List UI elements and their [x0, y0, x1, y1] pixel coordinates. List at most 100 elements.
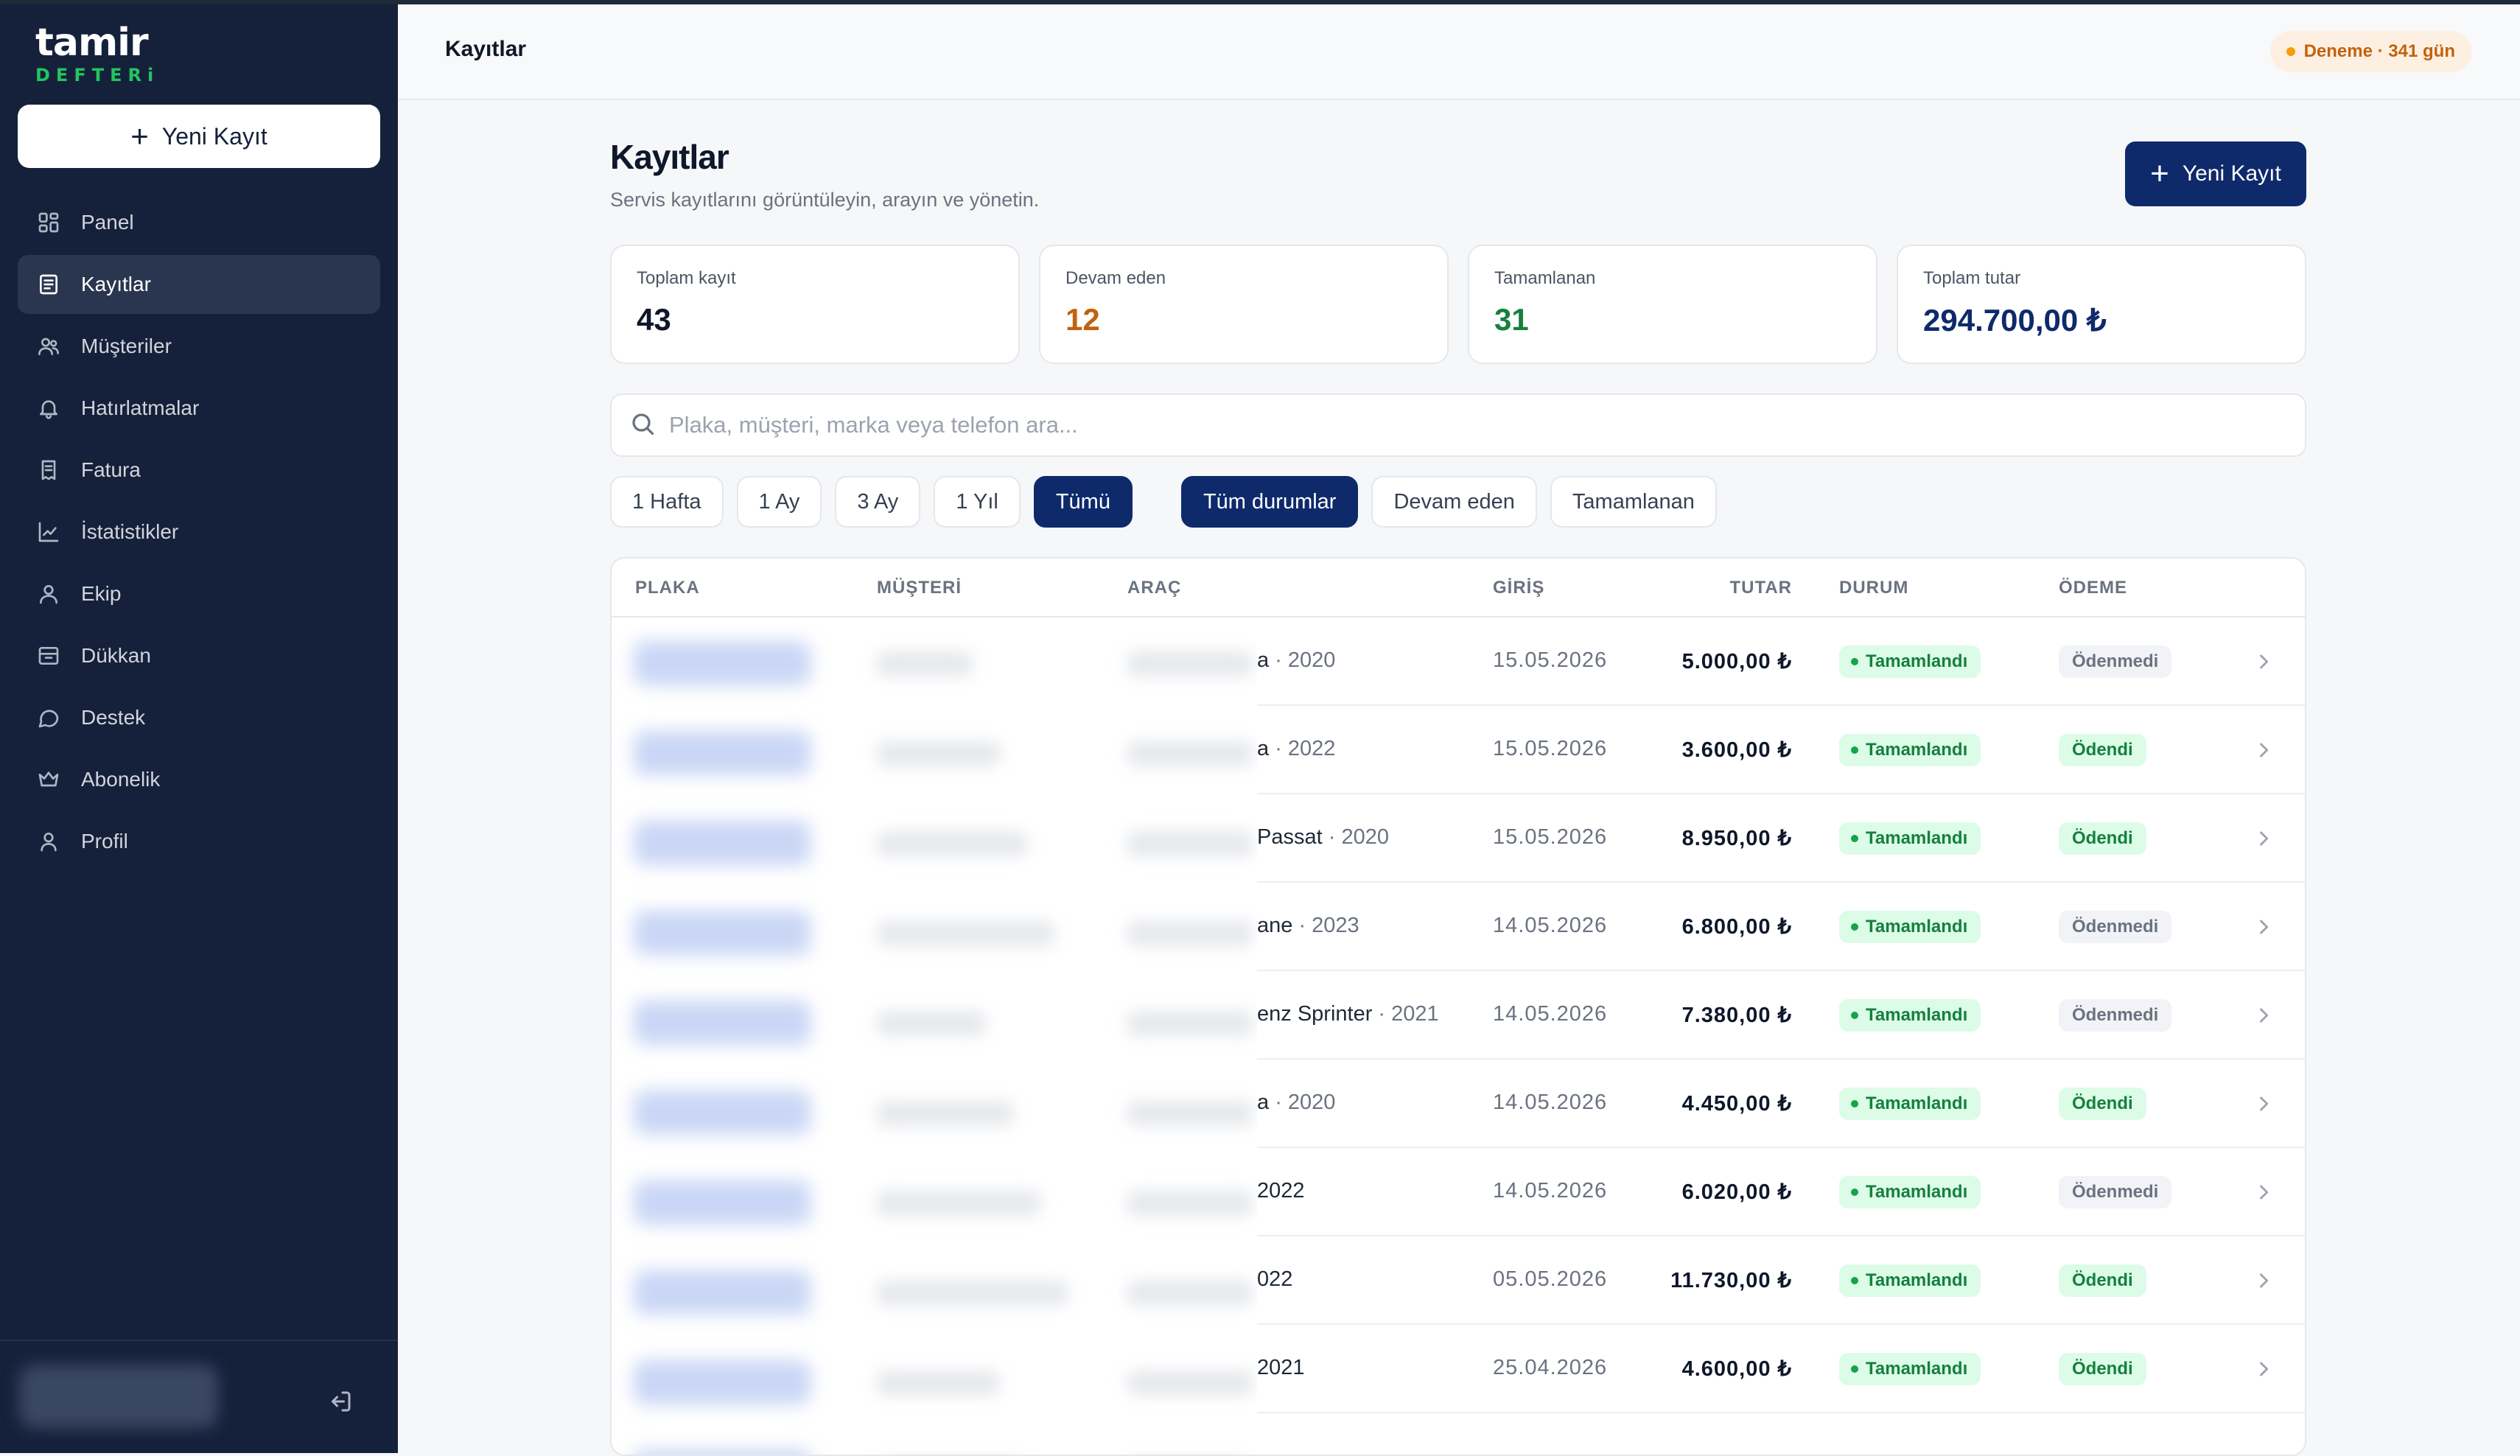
vehicle-year: · 2021 — [1378, 1002, 1439, 1026]
sidebar-item-abonelik[interactable]: Abonelik — [18, 750, 380, 809]
period-filter-all[interactable]: Tümü — [1033, 476, 1133, 528]
chevron-right-icon[interactable] — [2253, 1004, 2274, 1027]
status-badge: Tamamlandı — [1839, 1088, 1981, 1120]
redacted-plate — [634, 1450, 811, 1455]
status-filter-in-progress[interactable]: Devam eden — [1371, 476, 1537, 528]
chevron-right-icon[interactable] — [2253, 1180, 2274, 1204]
stat-card-completed: Tamamlanan 31 — [1468, 245, 1877, 364]
redacted-vehicle — [1127, 1101, 1253, 1126]
sidebar-footer — [0, 1340, 398, 1453]
column-header-status[interactable]: DURUM — [1839, 578, 1908, 598]
new-record-label: Yeni Kayıt — [2182, 161, 2281, 186]
vehicle-cell: 022 — [1257, 1267, 1292, 1292]
search-input[interactable] — [669, 412, 2216, 438]
stat-card-in-progress: Devam eden 12 — [1039, 245, 1449, 364]
redacted-vehicle — [1127, 651, 1253, 676]
sidebar-item-dukkan[interactable]: Dükkan — [18, 626, 380, 685]
trial-badge[interactable]: Deneme · 341 gün — [2269, 31, 2471, 72]
status-filter-completed[interactable]: Tamamlanan — [1550, 476, 1717, 528]
sidebar-item-hatirlatmalar[interactable]: Hatırlatmalar — [18, 379, 380, 438]
filter-group-gap — [1146, 476, 1168, 528]
period-filter-3-months[interactable]: 3 Ay — [835, 476, 921, 528]
sidebar-item-label: Dükkan — [81, 644, 151, 667]
profile-icon — [35, 828, 62, 855]
sidebar-item-destek[interactable]: Destek — [18, 688, 380, 747]
redacted-plate — [634, 911, 811, 955]
vehicle-year: · 2020 — [1275, 648, 1336, 672]
vehicle-cell: enz Sprinter · 2021 — [1257, 1002, 1439, 1026]
status-label: Tamamlandı — [1866, 1359, 1968, 1379]
chevron-right-icon[interactable] — [2253, 827, 2274, 850]
column-header-amount[interactable]: TUTAR — [1729, 578, 1792, 598]
column-header-entry-date[interactable]: GİRİŞ — [1493, 578, 1544, 598]
period-filter-1-year[interactable]: 1 Yıl — [934, 476, 1021, 528]
stat-label: Toplam kayıt — [637, 268, 736, 288]
stat-label: Toplam tutar — [1923, 268, 2021, 288]
chevron-right-icon[interactable] — [2253, 738, 2274, 762]
sidebar-item-label: Profil — [81, 830, 128, 853]
chevron-right-icon[interactable] — [2253, 1269, 2274, 1292]
entry-date-cell: 05.05.2026 — [1493, 1267, 1608, 1291]
column-header-plate[interactable]: PLAKA — [635, 578, 700, 598]
status-label: Tamamlandı — [1866, 1093, 1968, 1113]
redacted-customer — [877, 1371, 999, 1396]
column-header-customer[interactable]: MÜŞTERİ — [877, 578, 962, 598]
sidebar-item-label: Panel — [81, 211, 134, 234]
payment-badge: Ödenmedi — [2059, 1176, 2172, 1208]
redacted-vehicle — [1127, 741, 1253, 766]
vehicle-model: ane — [1257, 914, 1293, 937]
sidebar-item-kayitlar[interactable]: Kayıtlar — [18, 255, 380, 314]
entry-date-cell: 25.04.2026 — [1493, 1356, 1608, 1379]
chevron-right-icon[interactable] — [2253, 1357, 2274, 1381]
sidebar-item-fatura[interactable]: Fatura — [18, 441, 380, 500]
sidebar-item-profil[interactable]: Profil — [18, 812, 380, 871]
vehicle-year: · 2020 — [1275, 1091, 1336, 1114]
status-label: Tamamlandı — [1866, 1182, 1968, 1202]
vehicle-cell: a · 2020 — [1257, 648, 1335, 673]
records-table: PLAKA MÜŞTERİ ARAÇ GİRİŞ TUTAR DURUM ÖDE… — [610, 557, 2306, 1456]
stat-value: 12 — [1065, 302, 1100, 337]
period-filter-1-week[interactable]: 1 Hafta — [610, 476, 724, 528]
sidebar-item-label: Destek — [81, 706, 146, 729]
redacted-plate — [634, 731, 811, 775]
vehicle-cell: 2022 — [1257, 1179, 1305, 1203]
table-header: PLAKA MÜŞTERİ ARAÇ GİRİŞ TUTAR DURUM ÖDE… — [612, 559, 2305, 617]
sidebar-item-ekip[interactable]: Ekip — [18, 564, 380, 623]
sidebar-item-panel[interactable]: Panel — [18, 193, 380, 252]
redacted-vehicle — [1127, 921, 1253, 946]
new-record-button[interactable]: + Yeni Kayıt — [2125, 141, 2306, 206]
stat-card-total: Toplam kayıt 43 — [610, 245, 1020, 364]
status-filter-all[interactable]: Tüm durumlar — [1180, 476, 1359, 528]
sidebar-item-musteriler[interactable]: Müşteriler — [18, 317, 380, 376]
status-label: Tamamlandı — [1866, 651, 1968, 671]
sidebar-item-istatistikler[interactable]: İstatistikler — [18, 503, 380, 561]
period-filter-1-month[interactable]: 1 Ay — [736, 476, 822, 528]
app-logo[interactable]: tamir DEFTERi — [35, 21, 159, 85]
vehicle-model: 022 — [1257, 1267, 1293, 1291]
user-account-blurred[interactable] — [19, 1365, 218, 1428]
plus-icon: + — [130, 119, 149, 153]
chevron-right-icon[interactable] — [2253, 650, 2274, 673]
sidebar-new-record-button[interactable]: + Yeni Kayıt — [18, 105, 380, 168]
page-subtitle: Servis kayıtlarını görüntüleyin, arayın … — [610, 189, 1040, 211]
redacted-customer — [877, 1191, 1040, 1216]
entry-date-cell: 14.05.2026 — [1493, 1091, 1608, 1114]
redacted-vehicle — [1127, 1191, 1253, 1216]
redacted-vehicle — [1127, 1011, 1253, 1036]
chevron-right-icon[interactable] — [2253, 915, 2274, 939]
column-header-vehicle[interactable]: ARAÇ — [1127, 578, 1181, 598]
redacted-plate — [634, 641, 811, 685]
filter-bar: 1 Hafta 1 Ay 3 Ay 1 Yıl Tümü Tüm durumla… — [610, 476, 1717, 528]
logout-icon[interactable] — [327, 1388, 354, 1415]
status-badge: Tamamlandı — [1839, 1353, 1981, 1385]
redacted-customer — [877, 921, 1054, 946]
sidebar-item-label: Müşteriler — [81, 335, 172, 357]
chevron-right-icon[interactable] — [2253, 1092, 2274, 1116]
search-icon — [629, 410, 656, 441]
status-badge: Tamamlandı — [1839, 911, 1981, 943]
vehicle-model: 2021 — [1257, 1356, 1305, 1379]
column-header-payment[interactable]: ÖDEME — [2059, 578, 2127, 598]
document-icon — [35, 271, 62, 298]
vehicle-cell: 2021 — [1257, 1356, 1305, 1380]
status-badge: Tamamlandı — [1839, 1176, 1981, 1208]
